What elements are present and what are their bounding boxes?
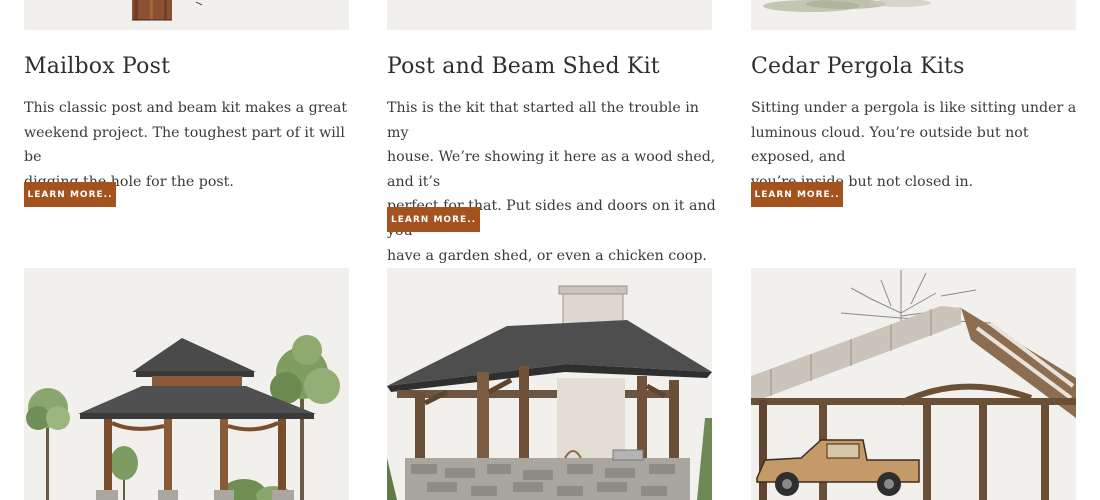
shed-kit-image[interactable] bbox=[387, 0, 712, 30]
product-description: Sitting under a pergola is like sitting … bbox=[751, 96, 1081, 194]
description-line: have a garden shed, or even a chicken co… bbox=[387, 247, 707, 264]
outdoor-kitchen-pavilion-illustration-icon bbox=[387, 285, 712, 500]
shed-illustration-icon bbox=[387, 0, 712, 30]
description-line: This is the kit that started all the tro… bbox=[387, 100, 699, 141]
product-title[interactable]: Post and Beam Shed Kit bbox=[387, 54, 660, 79]
product-title[interactable]: Cedar Pergola Kits bbox=[751, 54, 965, 79]
pavilion-image[interactable] bbox=[387, 268, 712, 500]
carport-image[interactable] bbox=[751, 268, 1076, 500]
description-line: This classic post and beam kit makes a g… bbox=[24, 100, 348, 116]
description-line: Sitting under a pergola is like sitting … bbox=[751, 100, 1077, 116]
mailbox-post-illustration-icon bbox=[132, 0, 203, 21]
learn-more-button[interactable]: LEARN MORE.. bbox=[387, 207, 480, 232]
gazebo-image[interactable] bbox=[24, 268, 349, 500]
gazebo-illustration-icon bbox=[26, 335, 340, 500]
learn-more-button[interactable]: LEARN MORE.. bbox=[24, 182, 116, 207]
description-line: house. We’re showing it here as a wood s… bbox=[387, 149, 716, 190]
learn-more-button[interactable]: LEARN MORE.. bbox=[751, 182, 843, 207]
pergola-illustration-icon bbox=[763, 0, 931, 12]
timber-carport-illustration-icon bbox=[751, 270, 1076, 500]
product-description: This classic post and beam kit makes a g… bbox=[24, 96, 354, 194]
pergola-kits-image[interactable] bbox=[751, 0, 1076, 30]
description-line: weekend project. The toughest part of it… bbox=[24, 124, 345, 166]
product-title[interactable]: Mailbox Post bbox=[24, 54, 170, 79]
product-description: This is the kit that started all the tro… bbox=[387, 96, 717, 268]
mailbox-post-image[interactable] bbox=[24, 0, 349, 30]
description-line: luminous cloud. You’re outside but not e… bbox=[751, 124, 1029, 166]
